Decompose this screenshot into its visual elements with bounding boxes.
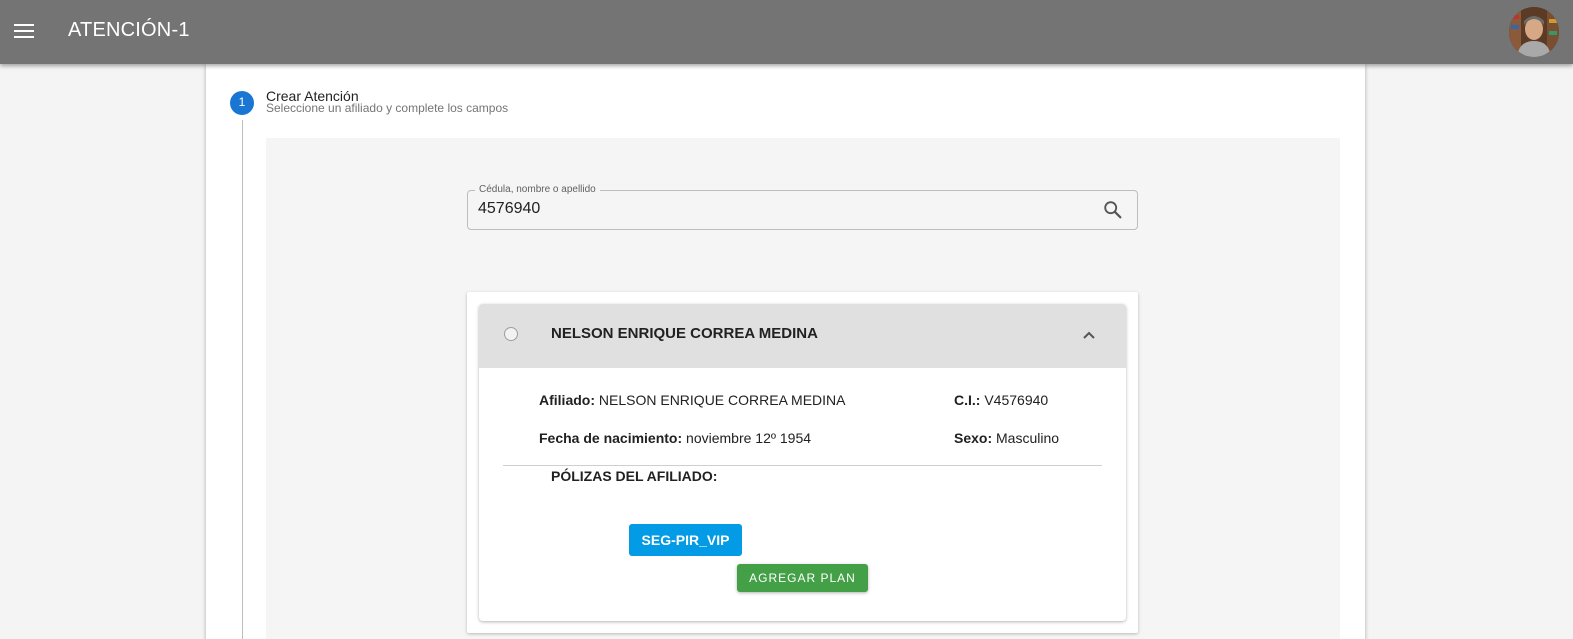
ci-row: C.I.: V4576940: [954, 392, 1048, 408]
ci-label: C.I.:: [954, 392, 981, 408]
select-affiliate-radio[interactable]: [504, 327, 518, 341]
birthdate-label: Fecha de nacimiento:: [539, 430, 683, 446]
search-input[interactable]: [478, 199, 1078, 219]
sex-value: Masculino: [996, 430, 1060, 446]
user-avatar[interactable]: [1509, 7, 1559, 57]
app-bar: ATENCIÓN-1: [0, 0, 1573, 64]
search-label: Cédula, nombre o apellido: [475, 184, 600, 196]
birthdate-row: Fecha de nacimiento: noviembre 12º 1954: [539, 430, 811, 446]
step-connector-line: [242, 120, 243, 639]
birthdate-value: noviembre 12º 1954: [686, 430, 812, 446]
app-title: ATENCIÓN-1: [68, 19, 190, 41]
search-icon[interactable]: [1102, 199, 1124, 221]
menu-icon[interactable]: [14, 22, 34, 40]
sex-row: Sexo: Masculino: [954, 430, 1059, 446]
afiliado-label: Afiliado:: [539, 392, 595, 408]
chevron-up-icon[interactable]: [1081, 327, 1097, 343]
step-number: 1: [230, 91, 254, 115]
divider: [503, 465, 1102, 466]
add-plan-button[interactable]: AGREGAR PLAN: [737, 564, 868, 592]
ci-value: V4576940: [984, 392, 1049, 408]
policies-title: PÓLIZAS DEL AFILIADO:: [551, 468, 718, 484]
affiliate-name: NELSON ENRIQUE CORREA MEDINA: [551, 325, 818, 342]
policy-chip[interactable]: SEG-PIR_VIP: [629, 524, 742, 556]
step-subtitle: Seleccione un afiliado y complete los ca…: [266, 101, 509, 115]
sex-label: Sexo:: [954, 430, 993, 446]
afiliado-row: Afiliado: NELSON ENRIQUE CORREA MEDINA: [539, 392, 846, 408]
afiliado-value: NELSON ENRIQUE CORREA MEDINA: [598, 392, 846, 408]
